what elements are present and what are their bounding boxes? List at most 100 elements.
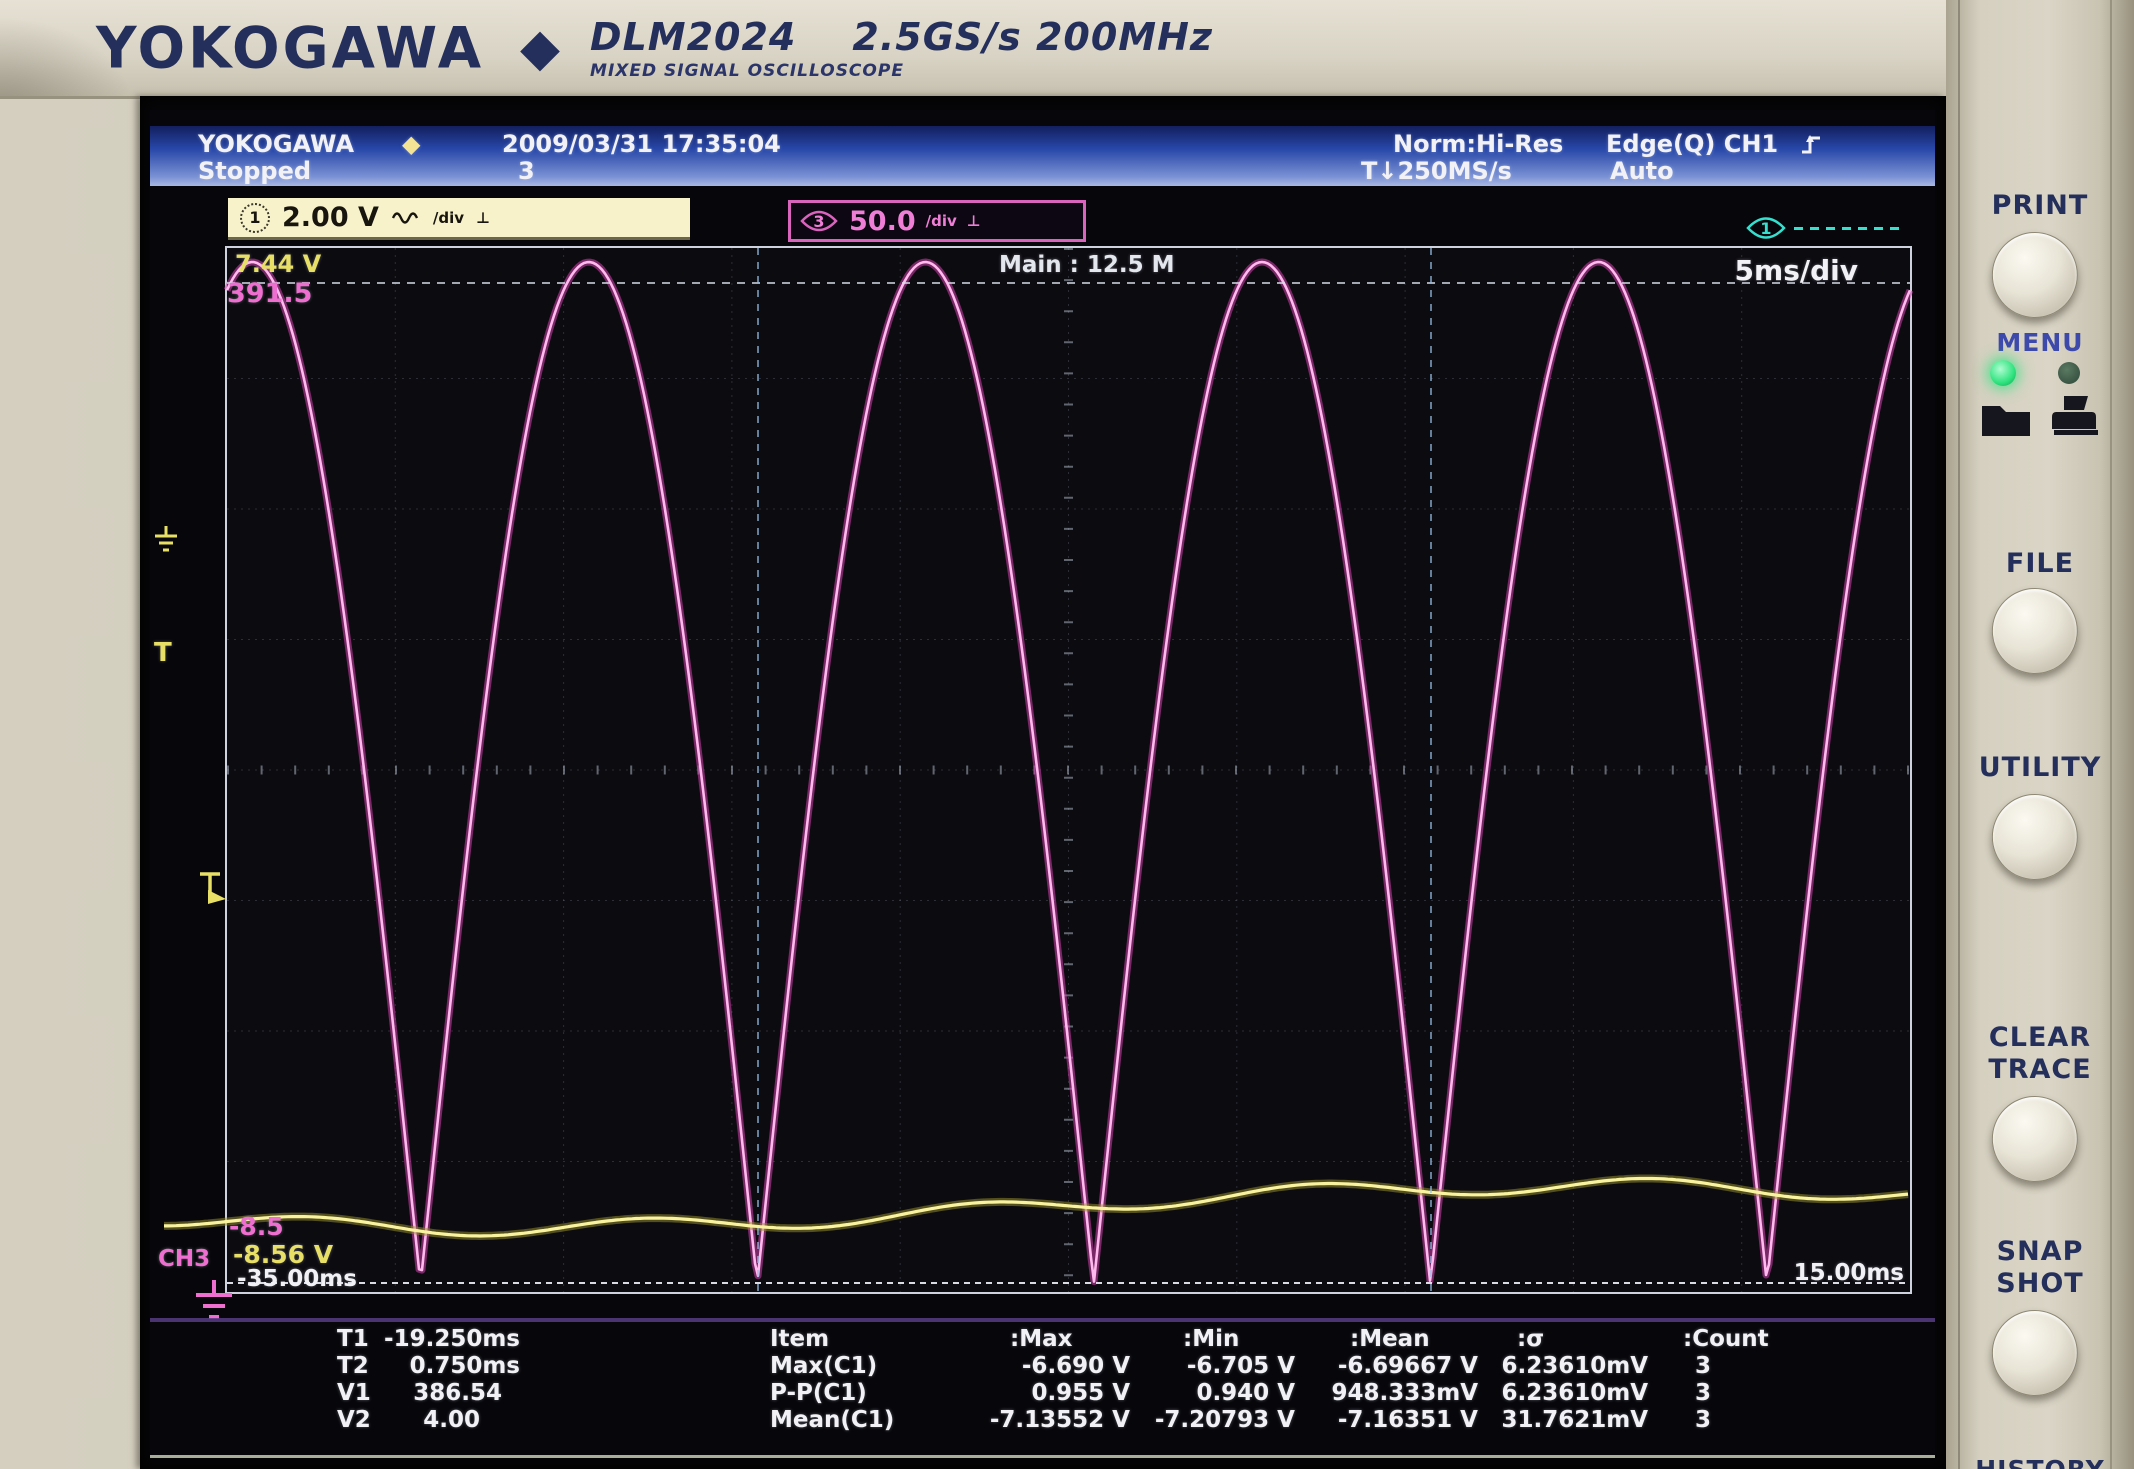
- ac-coupling-icon: [391, 209, 421, 227]
- model-specs: 2.5GS/s 200MHz: [852, 15, 1213, 59]
- datetime-display: 2009/03/31 17:35:04: [502, 130, 781, 158]
- sample-rate: T↓250MS/s: [1361, 157, 1512, 185]
- snap-shot-label-line1: SNAP: [1946, 1236, 2134, 1267]
- cursor-v2-line[interactable]: [227, 1282, 1910, 1284]
- graticule: 7.44 V 391.5 Main : 12.5 M 5ms/div -8.5 …: [225, 246, 1912, 1294]
- status-bar: YOKOGAWA ◆ 2009/03/31 17:35:04 Stopped 3…: [150, 126, 1935, 186]
- stat-item: Max(C1): [770, 1353, 877, 1379]
- ch1-scale-value: 2.00 V: [282, 202, 379, 233]
- cursor-t2-line[interactable]: [1430, 248, 1432, 1292]
- ch3-scale-badge: 3 50.0 /div ⊥: [788, 200, 1086, 242]
- measure-separator: [150, 1318, 1935, 1322]
- stat-max: -6.690 V: [940, 1353, 1130, 1379]
- ch1-scale-badge: 1 2.00 V /div ⊥: [228, 198, 690, 240]
- display-eye-row: 1: [1744, 214, 1904, 242]
- clear-trace-label-line2: TRACE: [1946, 1054, 2134, 1085]
- trigger-mode: Auto: [1610, 157, 1674, 185]
- menu-label: MENU: [1946, 328, 2134, 357]
- waveform-canvas: [227, 248, 1910, 1292]
- ch1-probe-icon: ⊥: [476, 209, 490, 227]
- stat-item: Mean(C1): [770, 1407, 894, 1433]
- col-header-min: :Min: [1183, 1326, 1239, 1352]
- screen-bezel: YOKOGAWA ◆ 2009/03/31 17:35:04 Stopped 3…: [140, 96, 1946, 1469]
- zoom-window-dashes: [1794, 227, 1904, 230]
- trigger-source: Edge(Q) CH1: [1606, 130, 1778, 158]
- stat-min: 0.940 V: [1105, 1380, 1295, 1406]
- ch3-unit-label: /div: [926, 212, 957, 230]
- record-length-label: Main : 12.5 M: [999, 252, 1175, 278]
- cursor-value: -19.250ms: [350, 1326, 520, 1352]
- utility-button[interactable]: [1992, 794, 2078, 880]
- brand-diamond-icon: ◆: [520, 18, 560, 78]
- svg-text:1: 1: [1760, 219, 1771, 238]
- record-mode: Norm:Hi-Res: [1393, 130, 1563, 158]
- col-header-max: :Max: [1010, 1326, 1072, 1352]
- file-label: FILE: [1946, 548, 2134, 579]
- acquisition-count: 3: [518, 157, 535, 185]
- ch1-bottom-scale-label: -8.56 V: [233, 1240, 333, 1269]
- cursor-t1-line[interactable]: [757, 248, 759, 1292]
- stat-item: P-P(C1): [770, 1380, 867, 1406]
- cursor-value: 0.750ms: [350, 1353, 520, 1379]
- cursor-value: 4.00: [350, 1407, 480, 1433]
- time-right-label: 15.00ms: [1794, 1260, 1904, 1286]
- stat-sigma: 31.7621mV: [1448, 1407, 1648, 1433]
- svg-text:3: 3: [813, 212, 824, 231]
- ch3-scale-value: 50.0: [849, 206, 916, 237]
- ch1-unit-label: /div: [433, 209, 464, 227]
- col-header-mean: :Mean: [1350, 1326, 1430, 1352]
- ch3-bottom-scale-label: -8.5: [229, 1212, 284, 1241]
- ch1-number-icon: 1: [240, 203, 270, 233]
- stat-count: 3: [1695, 1380, 1711, 1406]
- statusbar-brand: YOKOGAWA: [198, 130, 354, 158]
- cursor-v1-line[interactable]: [227, 282, 1910, 284]
- print-button[interactable]: [1992, 232, 2078, 318]
- time-left-label: -35.00ms: [237, 1266, 357, 1292]
- stat-count: 3: [1695, 1407, 1711, 1433]
- folder-icon[interactable]: [1978, 396, 2034, 438]
- display-eye-icon: 1: [1744, 214, 1788, 242]
- trigger-t-marker[interactable]: T: [154, 638, 172, 668]
- clear-trace-label-line1: CLEAR: [1946, 1022, 2134, 1053]
- ch3-marker-label: CH3: [158, 1246, 210, 1272]
- cursor-value: 386.54: [350, 1380, 502, 1406]
- top-bezel: YOKOGAWA ◆ DLM2024 2.5GS/s 200MHz MIXED …: [0, 0, 2134, 99]
- model-block: DLM2024 2.5GS/s 200MHz MIXED SIGNAL OSCI…: [590, 15, 1213, 81]
- print-label: PRINT: [1946, 190, 2134, 221]
- timebase-label: 5ms/div: [1735, 254, 1858, 287]
- acquisition-state: Stopped: [198, 157, 311, 185]
- stat-min: -6.705 V: [1105, 1353, 1295, 1379]
- stat-sigma: 6.23610mV: [1448, 1380, 1648, 1406]
- utility-label: UTILITY: [1946, 752, 2134, 783]
- clear-trace-button[interactable]: [1992, 1096, 2078, 1182]
- statusbar-diamond-icon: ◆: [402, 130, 420, 158]
- ch1-top-scale-label: 7.44 V: [235, 250, 321, 278]
- menu-led-off-icon: [2058, 362, 2080, 384]
- lcd-display: YOKOGAWA ◆ 2009/03/31 17:35:04 Stopped 3…: [150, 110, 1935, 1458]
- trigger-edge-icon: [1798, 130, 1824, 157]
- col-header-item: Item: [770, 1326, 829, 1352]
- ch1-ground-icon: [152, 524, 180, 554]
- control-panel: PRINT MENU FILE UTILITY CLEAR TRACE SNAP…: [1946, 0, 2134, 1469]
- stat-max: 0.955 V: [940, 1380, 1130, 1406]
- model-subtitle: MIXED SIGNAL OSCILLOSCOPE: [590, 61, 1213, 81]
- model-number: DLM2024: [590, 15, 796, 59]
- brand-logo: YOKOGAWA: [96, 15, 484, 81]
- snap-shot-label-line2: SHOT: [1946, 1268, 2134, 1299]
- ch3-eye-icon: 3: [799, 208, 839, 234]
- stat-max: -7.13552 V: [940, 1407, 1130, 1433]
- snap-shot-button[interactable]: [1992, 1310, 2078, 1396]
- history-label-clipped: HISTORY: [1946, 1455, 2134, 1469]
- stat-count: 3: [1695, 1353, 1711, 1379]
- ch3-top-scale-label: 391.5: [227, 278, 312, 309]
- col-header-count: :Count: [1683, 1326, 1769, 1352]
- trigger-level-icon[interactable]: [196, 870, 228, 906]
- file-button[interactable]: [1992, 588, 2078, 674]
- oscilloscope-device: YOKOGAWA ◆ DLM2024 2.5GS/s 200MHz MIXED …: [0, 0, 2134, 1469]
- menu-led-on-icon: [1990, 360, 2016, 386]
- stat-sigma: 6.23610mV: [1448, 1353, 1648, 1379]
- col-header-sigma: :σ: [1517, 1326, 1544, 1352]
- stat-min: -7.20793 V: [1105, 1407, 1295, 1433]
- printer-icon[interactable]: [2050, 392, 2102, 440]
- ch3-probe-icon: ⊥: [967, 212, 981, 230]
